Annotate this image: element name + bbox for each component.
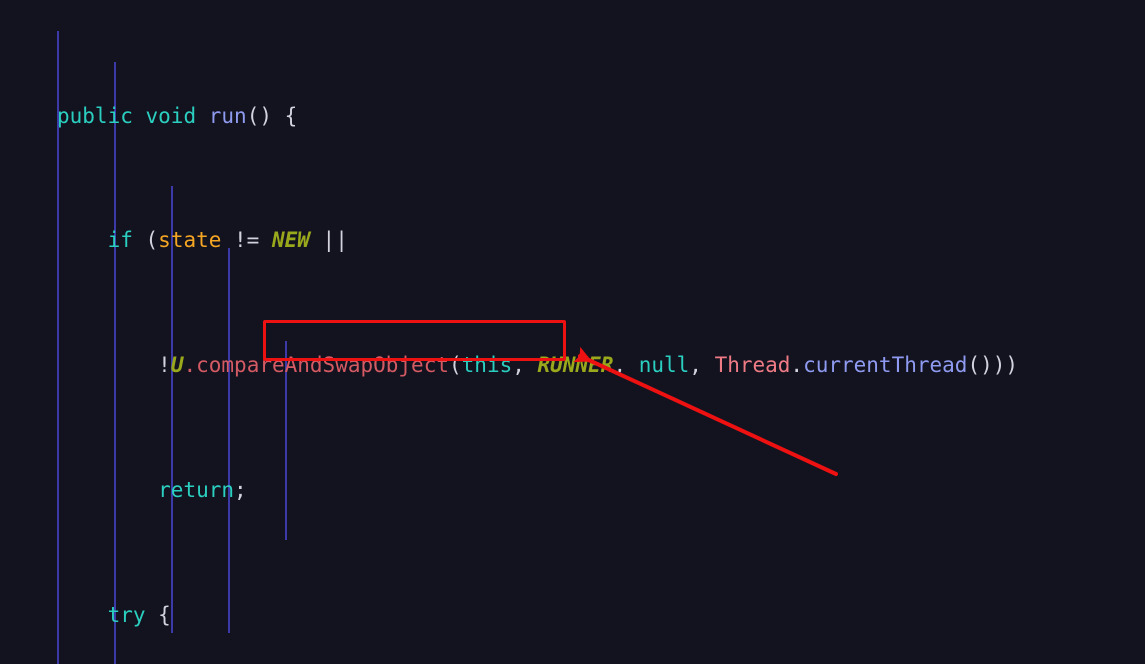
code-editor-screenshot: public void run() { if (state != NEW || … [0, 0, 1145, 664]
token-function: currentThread [803, 353, 968, 378]
token-deprecated-method: compareAndSwapObject [196, 353, 449, 378]
token-class: Thread [714, 353, 791, 378]
token-keyword: this [461, 353, 513, 378]
token-keyword: if [107, 228, 133, 253]
code-line: if (state != NEW || [107, 228, 348, 253]
code-line: return; [158, 478, 247, 502]
source-code-view[interactable]: public void run() { if (state != NEW || … [0, 0, 1145, 664]
token-constant: U [170, 353, 184, 378]
code-line: try { [107, 602, 171, 627]
token-literal: null [638, 353, 690, 378]
token-keyword: try [107, 602, 146, 627]
code-line: public void run() { [57, 103, 298, 128]
token-constant: NEW [271, 228, 310, 253]
token-field: state [158, 228, 222, 253]
token-keyword: return [158, 478, 235, 502]
token-constant: RUNNER [537, 353, 614, 378]
token-keyword: public [57, 103, 133, 128]
token-keyword: void [145, 103, 197, 128]
token-function: run [208, 103, 247, 128]
code-line: !U.compareAndSwapObject(this, RUNNER, nu… [158, 353, 1019, 378]
